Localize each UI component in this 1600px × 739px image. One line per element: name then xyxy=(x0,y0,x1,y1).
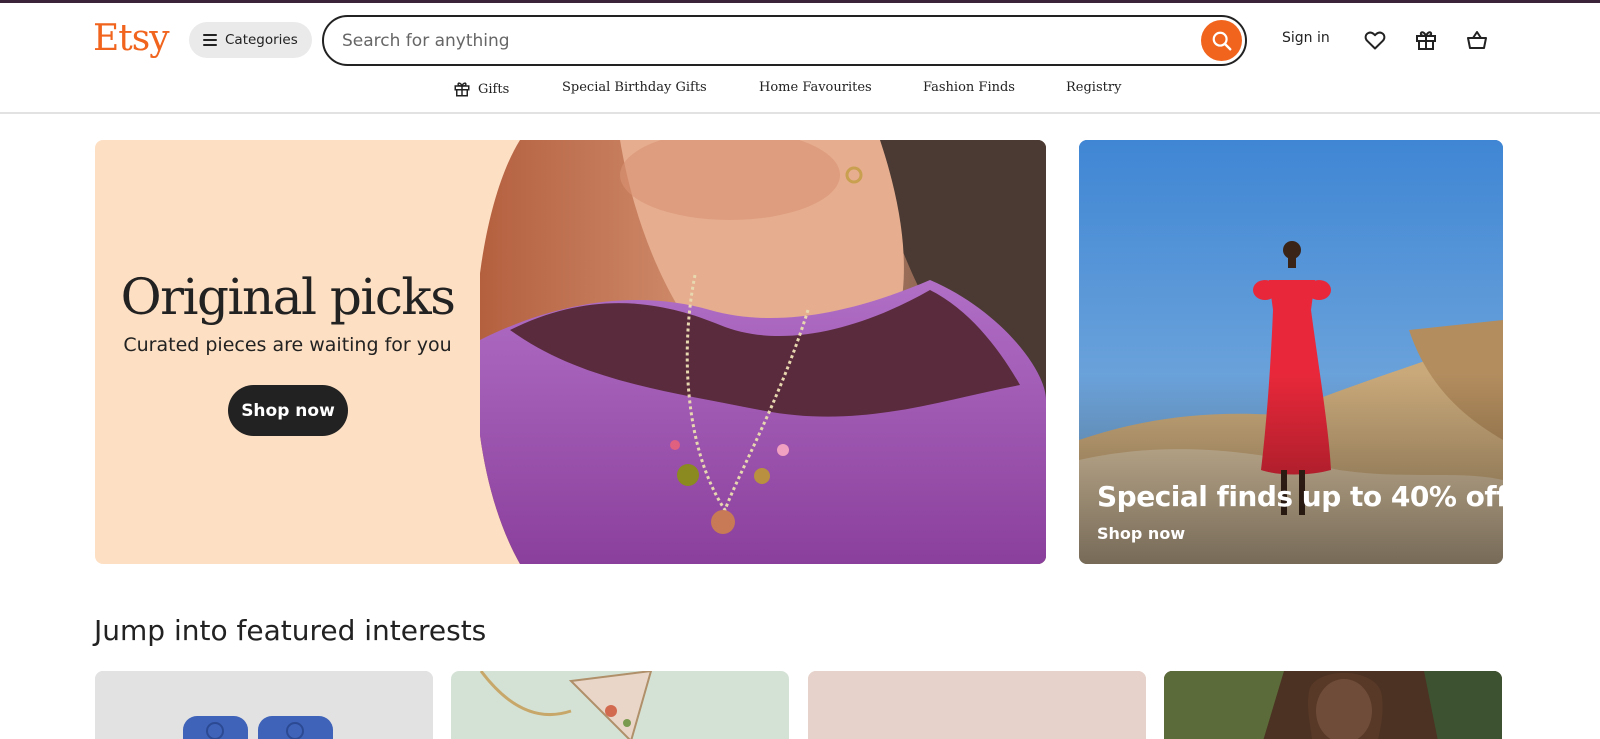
search-input[interactable] xyxy=(342,28,1162,53)
hero-title: Original picks xyxy=(120,268,456,326)
gift-icon xyxy=(1416,31,1436,50)
cart-button[interactable] xyxy=(1463,26,1491,54)
search-icon xyxy=(1212,31,1231,50)
featured-tile-1[interactable] xyxy=(95,671,433,739)
subnav-item-fashion-finds[interactable]: Fashion Finds xyxy=(923,80,1015,95)
subnav-item-registry[interactable]: Registry xyxy=(1066,80,1121,95)
hero-shop-now-button[interactable]: Shop now xyxy=(228,385,348,436)
subnav-item-birthday-gifts[interactable]: Special Birthday Gifts xyxy=(562,80,707,95)
sign-in-link[interactable]: Sign in xyxy=(1282,30,1330,46)
featured-tile-4[interactable] xyxy=(1164,671,1502,739)
menu-icon xyxy=(203,34,217,46)
search-bar xyxy=(322,15,1247,66)
gift-mode-button[interactable] xyxy=(1412,26,1440,54)
featured-interests-heading: Jump into featured interests xyxy=(94,614,487,647)
top-accent-line xyxy=(0,0,1600,3)
header-divider xyxy=(0,112,1600,114)
subnav-item-home-favourites[interactable]: Home Favourites xyxy=(759,80,872,95)
sub-navigation: Gifts Special Birthday Gifts Home Favour… xyxy=(0,78,1600,113)
featured-tile-2[interactable] xyxy=(451,671,789,739)
gift-icon xyxy=(454,82,470,97)
hero-image[interactable] xyxy=(480,140,1046,564)
featured-tile-3[interactable] xyxy=(808,671,1146,739)
subnav-item-gifts[interactable]: Gifts xyxy=(453,80,509,98)
hero-subtitle: Curated pieces are waiting for you xyxy=(123,334,452,356)
categories-label: Categories xyxy=(225,32,298,48)
etsy-logo[interactable]: Etsy xyxy=(93,14,170,64)
subnav-label: Gifts xyxy=(478,81,510,97)
heart-icon xyxy=(1364,31,1386,50)
promo-shop-now-link[interactable]: Shop now xyxy=(1097,524,1185,543)
favorites-button[interactable] xyxy=(1361,26,1389,54)
basket-icon xyxy=(1467,31,1487,49)
categories-button[interactable]: Categories xyxy=(189,22,312,58)
hero-banner: Original picks Curated pieces are waitin… xyxy=(95,140,1046,564)
promo-card[interactable]: Special finds up to 40% off Shop now xyxy=(1079,140,1503,564)
search-button[interactable] xyxy=(1201,20,1242,61)
promo-title: Special finds up to 40% off xyxy=(1097,480,1503,513)
